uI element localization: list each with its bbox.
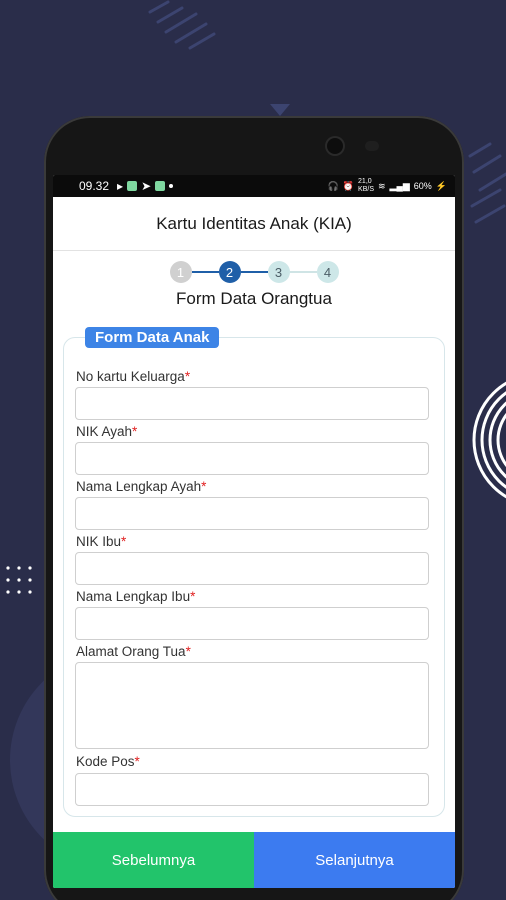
play-icon: ▸ — [117, 179, 124, 193]
previous-button[interactable]: Sebelumnya — [53, 832, 254, 888]
more-notifications-icon — [169, 184, 174, 188]
step-3[interactable]: 3 — [267, 261, 290, 283]
status-bar: 09.32 ▸ ➤ 🎧 ⏰ 21,0 KB/S ≋ ▂▄▆ 60% ⚡ — [53, 175, 455, 197]
front-camera — [327, 138, 343, 154]
nik-ibu-input[interactable] — [75, 552, 429, 585]
section-legend: Form Data Anak — [85, 327, 220, 348]
proximity-sensor — [365, 141, 379, 151]
label-nik-ibu: NIK Ibu* — [76, 534, 127, 549]
stepper: 1 2 3 4 — [53, 251, 455, 293]
next-button[interactable]: Selanjutnya — [254, 832, 455, 888]
kode-pos-input[interactable] — [75, 773, 429, 806]
status-right: 🎧 ⏰ 21,0 KB/S ≋ ▂▄▆ 60% ⚡ — [328, 178, 447, 194]
label-nama-lengkap-ibu: Nama Lengkap Ibu* — [76, 589, 196, 604]
label-kode-pos: Kode Pos* — [76, 754, 140, 769]
net-speed: 21,0 KB/S — [358, 178, 374, 193]
step-4[interactable]: 4 — [316, 261, 339, 283]
nik-ayah-input[interactable] — [75, 442, 429, 475]
nama-lengkap-ibu-input[interactable] — [75, 607, 429, 640]
app-title: Kartu Identitas Anak (KIA) — [53, 197, 455, 251]
navigation-buttons: Sebelumnya Selanjutnya — [53, 832, 455, 888]
step-connector — [240, 271, 268, 273]
step-1[interactable]: 1 — [169, 261, 192, 283]
telegram-icon: ➤ — [141, 179, 152, 193]
charging-icon: ⚡ — [435, 180, 447, 191]
step-connector — [191, 271, 219, 273]
grid-notification-icon — [155, 181, 166, 191]
wifi-icon: ≋ — [377, 180, 386, 191]
step-connector — [289, 271, 317, 273]
step-2[interactable]: 2 — [218, 261, 241, 283]
label-alamat-orang-tua: Alamat Orang Tua* — [76, 644, 191, 659]
label-nik-ayah: NIK Ayah* — [76, 424, 138, 439]
status-time: 09.32 — [79, 179, 110, 193]
no-kartu-keluarga-input[interactable] — [75, 387, 429, 420]
app-screen: 09.32 ▸ ➤ 🎧 ⏰ 21,0 KB/S ≋ ▂▄▆ 60% ⚡ Kart… — [53, 175, 455, 888]
label-no-kartu-keluarga: No kartu Keluarga* — [76, 369, 191, 384]
alarm-icon: ⏰ — [342, 180, 355, 191]
battery-percent: 60% — [413, 181, 432, 191]
headphones-icon: 🎧 — [327, 180, 339, 191]
label-nama-lengkap-ayah: Nama Lengkap Ayah* — [76, 479, 207, 494]
nama-lengkap-ayah-input[interactable] — [75, 497, 429, 530]
app-notification-icon — [127, 181, 138, 191]
alamat-orang-tua-textarea[interactable] — [75, 662, 429, 749]
notification-icons: ▸ ➤ — [117, 179, 174, 193]
signal-icon: ▂▄▆ — [389, 180, 410, 191]
